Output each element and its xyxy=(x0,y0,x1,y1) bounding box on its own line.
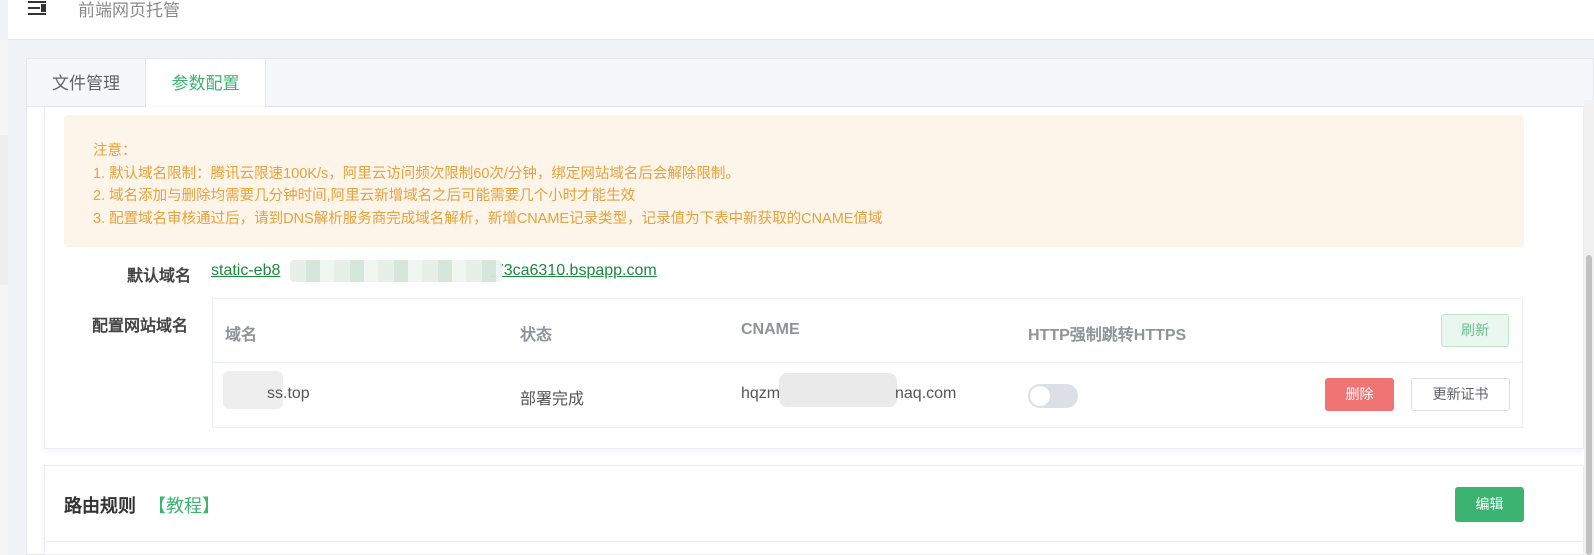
tab-parameter-config[interactable]: 参数配置 xyxy=(145,59,266,108)
divider xyxy=(44,541,1584,542)
sidebar-edge xyxy=(0,40,8,555)
notice-title: 注意： xyxy=(93,143,137,159)
default-domain-label: 默认域名 xyxy=(127,268,192,285)
default-domain-prefix: static-eb8 xyxy=(211,262,281,279)
notice-box: 注意： 1. 默认域名限制：腾讯云限速100K/s，阿里云访问频次限制60次/分… xyxy=(64,115,1524,247)
notice-line: 1. 默认域名限制：腾讯云限速100K/s，阿里云访问频次限制60次/分钟，绑定… xyxy=(93,166,740,182)
domain-cell: ss.top xyxy=(267,385,310,402)
cname-prefix-cell: hqzm xyxy=(741,385,781,402)
edit-routes-button[interactable]: 编辑 xyxy=(1455,487,1524,522)
https-redirect-toggle[interactable] xyxy=(1028,384,1078,408)
table-header: 域名 状态 CNAME HTTP强制跳转HTTPS 刷新 xyxy=(213,299,1522,363)
routes-tutorial-link[interactable]: 【教程】 xyxy=(148,492,220,518)
tab-bar: 文件管理 参数配置 xyxy=(26,58,1594,108)
tab-file-management[interactable]: 文件管理 xyxy=(27,59,145,107)
column-header-https: HTTP强制跳转HTTPS xyxy=(1028,327,1187,344)
scrollbar-thumb[interactable] xyxy=(1586,255,1592,555)
column-header-domain: 域名 xyxy=(225,327,258,344)
top-bar: 前端网页托管 xyxy=(8,0,1594,40)
column-header-status: 状态 xyxy=(520,327,553,344)
toggle-knob xyxy=(1030,386,1050,406)
notice-line: 3. 配置域名审核通过后，请到DNS解析服务商完成域名解析，新增CNAME记录类… xyxy=(93,211,883,227)
redaction-mask xyxy=(290,260,502,282)
site-domain-label: 配置网站域名 xyxy=(92,318,189,335)
delete-domain-button[interactable]: 删除 xyxy=(1325,378,1394,411)
page-title: 前端网页托管 xyxy=(78,1,180,20)
sidebar-edge-shade xyxy=(0,135,8,285)
menu-fold-icon[interactable] xyxy=(28,0,50,18)
redaction-mask xyxy=(779,373,897,407)
routes-title: 路由规则 xyxy=(64,496,136,516)
default-domain-suffix: .73ca6310.bspapp.com xyxy=(490,262,657,279)
refresh-button[interactable]: 刷新 xyxy=(1441,314,1509,347)
cname-suffix-cell: naq.com xyxy=(895,385,957,402)
notice-line: 2. 域名添加与删除均需要几分钟时间,阿里云新增域名之后可能需要几个小时才能生效 xyxy=(93,188,636,204)
domain-table: 域名 状态 CNAME HTTP强制跳转HTTPS 刷新 ss.top 部署完成… xyxy=(212,298,1523,428)
status-cell: 部署完成 xyxy=(520,391,585,408)
column-header-cname: CNAME xyxy=(741,321,800,338)
update-cert-button[interactable]: 更新证书 xyxy=(1411,378,1510,411)
